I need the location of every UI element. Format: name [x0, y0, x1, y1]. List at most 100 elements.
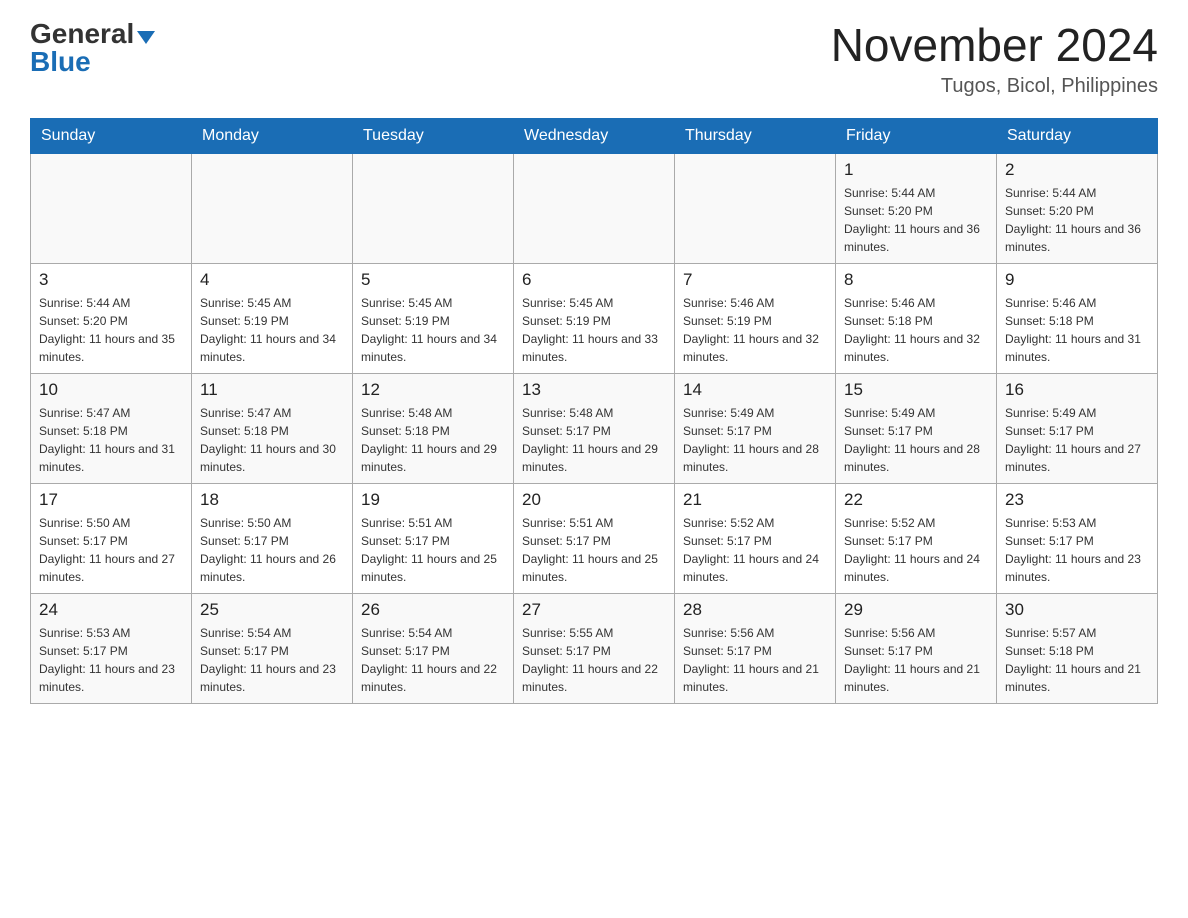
day-info: Sunrise: 5:44 AMSunset: 5:20 PMDaylight:… [844, 184, 988, 256]
day-number: 22 [844, 490, 988, 510]
day-header-monday: Monday [192, 118, 353, 153]
day-info: Sunrise: 5:51 AMSunset: 5:17 PMDaylight:… [522, 514, 666, 586]
calendar-cell: 23 Sunrise: 5:53 AMSunset: 5:17 PMDayligh… [997, 483, 1158, 593]
calendar-cell: 22 Sunrise: 5:52 AMSunset: 5:17 PMDayligh… [836, 483, 997, 593]
day-number: 30 [1005, 600, 1149, 620]
day-info: Sunrise: 5:54 AMSunset: 5:17 PMDaylight:… [200, 624, 344, 696]
day-number: 20 [522, 490, 666, 510]
day-header-wednesday: Wednesday [514, 118, 675, 153]
calendar-cell: 3 Sunrise: 5:44 AMSunset: 5:20 PMDaylight… [31, 263, 192, 373]
day-info: Sunrise: 5:46 AMSunset: 5:18 PMDaylight:… [844, 294, 988, 366]
day-number: 7 [683, 270, 827, 290]
day-info: Sunrise: 5:47 AMSunset: 5:18 PMDaylight:… [200, 404, 344, 476]
day-info: Sunrise: 5:49 AMSunset: 5:17 PMDaylight:… [1005, 404, 1149, 476]
calendar-cell [353, 153, 514, 263]
day-number: 26 [361, 600, 505, 620]
logo-blue-text: Blue [30, 48, 91, 76]
calendar-cell: 6 Sunrise: 5:45 AMSunset: 5:19 PMDaylight… [514, 263, 675, 373]
calendar-cell [31, 153, 192, 263]
calendar-cell: 5Sunrise: 5:45 AMSunset: 5:19 PMDaylight… [353, 263, 514, 373]
week-row-1: 1 Sunrise: 5:44 AMSunset: 5:20 PMDaylight… [31, 153, 1158, 263]
day-number: 18 [200, 490, 344, 510]
calendar-cell: 12 Sunrise: 5:48 AMSunset: 5:18 PMDayligh… [353, 373, 514, 483]
logo-triangle-icon [137, 31, 155, 44]
day-info: Sunrise: 5:50 AMSunset: 5:17 PMDaylight:… [200, 514, 344, 586]
day-info: Sunrise: 5:47 AMSunset: 5:18 PMDaylight:… [39, 404, 183, 476]
week-row-4: 17 Sunrise: 5:50 AMSunset: 5:17 PMDayligh… [31, 483, 1158, 593]
day-number: 11 [200, 380, 344, 400]
day-number: 9 [1005, 270, 1149, 290]
day-number: 19 [361, 490, 505, 510]
day-number: 15 [844, 380, 988, 400]
day-number: 6 [522, 270, 666, 290]
calendar-cell: 26 Sunrise: 5:54 AMSunset: 5:17 PMDayligh… [353, 593, 514, 703]
day-number: 25 [200, 600, 344, 620]
day-info: Sunrise: 5:46 AMSunset: 5:19 PMDaylight:… [683, 294, 827, 366]
day-number: 12 [361, 380, 505, 400]
day-header-sunday: Sunday [31, 118, 192, 153]
day-info: Sunrise: 5:49 AMSunset: 5:17 PMDaylight:… [844, 404, 988, 476]
day-info: Sunrise: 5:46 AMSunset: 5:18 PMDaylight:… [1005, 294, 1149, 366]
calendar-cell: 8 Sunrise: 5:46 AMSunset: 5:18 PMDaylight… [836, 263, 997, 373]
day-info: Sunrise: 5:45 AMSunset: 5:19 PMDaylight:… [200, 294, 344, 366]
day-number: 23 [1005, 490, 1149, 510]
day-number: 21 [683, 490, 827, 510]
day-info: Sunrise: 5:44 AMSunset: 5:20 PMDaylight:… [1005, 184, 1149, 256]
calendar-cell [514, 153, 675, 263]
day-number: 1 [844, 160, 988, 180]
day-number: 16 [1005, 380, 1149, 400]
week-row-3: 10 Sunrise: 5:47 AMSunset: 5:18 PMDayligh… [31, 373, 1158, 483]
day-info: Sunrise: 5:53 AMSunset: 5:17 PMDaylight:… [1005, 514, 1149, 586]
day-info: Sunrise: 5:48 AMSunset: 5:18 PMDaylight:… [361, 404, 505, 476]
day-info: Sunrise: 5:52 AMSunset: 5:17 PMDaylight:… [844, 514, 988, 586]
week-row-2: 3 Sunrise: 5:44 AMSunset: 5:20 PMDaylight… [31, 263, 1158, 373]
day-number: 8 [844, 270, 988, 290]
day-number: 29 [844, 600, 988, 620]
calendar-cell: 18 Sunrise: 5:50 AMSunset: 5:17 PMDayligh… [192, 483, 353, 593]
calendar-cell: 1 Sunrise: 5:44 AMSunset: 5:20 PMDaylight… [836, 153, 997, 263]
day-number: 27 [522, 600, 666, 620]
day-number: 14 [683, 380, 827, 400]
calendar-cell: 16 Sunrise: 5:49 AMSunset: 5:17 PMDayligh… [997, 373, 1158, 483]
day-header-saturday: Saturday [997, 118, 1158, 153]
calendar-cell: 4 Sunrise: 5:45 AMSunset: 5:19 PMDaylight… [192, 263, 353, 373]
calendar-cell: 13 Sunrise: 5:48 AMSunset: 5:17 PMDayligh… [514, 373, 675, 483]
day-header-thursday: Thursday [675, 118, 836, 153]
day-info: Sunrise: 5:56 AMSunset: 5:17 PMDaylight:… [683, 624, 827, 696]
day-header-tuesday: Tuesday [353, 118, 514, 153]
day-info: Sunrise: 5:56 AMSunset: 5:17 PMDaylight:… [844, 624, 988, 696]
calendar-cell: 19Sunrise: 5:51 AMSunset: 5:17 PMDayligh… [353, 483, 514, 593]
calendar-cell: 29 Sunrise: 5:56 AMSunset: 5:17 PMDayligh… [836, 593, 997, 703]
calendar-cell [675, 153, 836, 263]
days-header-row: SundayMondayTuesdayWednesdayThursdayFrid… [31, 118, 1158, 153]
day-info: Sunrise: 5:52 AMSunset: 5:17 PMDaylight:… [683, 514, 827, 586]
logo: General Blue [30, 20, 155, 76]
calendar-title: November 2024 [831, 20, 1158, 71]
logo-general-text: General [30, 20, 134, 48]
day-number: 24 [39, 600, 183, 620]
day-number: 10 [39, 380, 183, 400]
day-info: Sunrise: 5:44 AMSunset: 5:20 PMDaylight:… [39, 294, 183, 366]
calendar-cell: 28Sunrise: 5:56 AMSunset: 5:17 PMDayligh… [675, 593, 836, 703]
day-number: 4 [200, 270, 344, 290]
calendar-cell: 17 Sunrise: 5:50 AMSunset: 5:17 PMDayligh… [31, 483, 192, 593]
day-info: Sunrise: 5:50 AMSunset: 5:17 PMDaylight:… [39, 514, 183, 586]
day-info: Sunrise: 5:55 AMSunset: 5:17 PMDaylight:… [522, 624, 666, 696]
day-info: Sunrise: 5:45 AMSunset: 5:19 PMDaylight:… [522, 294, 666, 366]
day-number: 17 [39, 490, 183, 510]
calendar-cell: 21 Sunrise: 5:52 AMSunset: 5:17 PMDayligh… [675, 483, 836, 593]
day-number: 13 [522, 380, 666, 400]
calendar-cell: 25 Sunrise: 5:54 AMSunset: 5:17 PMDayligh… [192, 593, 353, 703]
calendar-table: SundayMondayTuesdayWednesdayThursdayFrid… [30, 118, 1158, 704]
day-info: Sunrise: 5:45 AMSunset: 5:19 PMDaylight:… [361, 294, 505, 366]
day-info: Sunrise: 5:53 AMSunset: 5:17 PMDaylight:… [39, 624, 183, 696]
calendar-cell: 10 Sunrise: 5:47 AMSunset: 5:18 PMDayligh… [31, 373, 192, 483]
day-number: 3 [39, 270, 183, 290]
day-number: 2 [1005, 160, 1149, 180]
day-info: Sunrise: 5:48 AMSunset: 5:17 PMDaylight:… [522, 404, 666, 476]
calendar-cell: 15 Sunrise: 5:49 AMSunset: 5:17 PMDayligh… [836, 373, 997, 483]
calendar-cell [192, 153, 353, 263]
calendar-cell: 24 Sunrise: 5:53 AMSunset: 5:17 PMDayligh… [31, 593, 192, 703]
calendar-subtitle: Tugos, Bicol, Philippines [831, 75, 1158, 98]
day-info: Sunrise: 5:54 AMSunset: 5:17 PMDaylight:… [361, 624, 505, 696]
